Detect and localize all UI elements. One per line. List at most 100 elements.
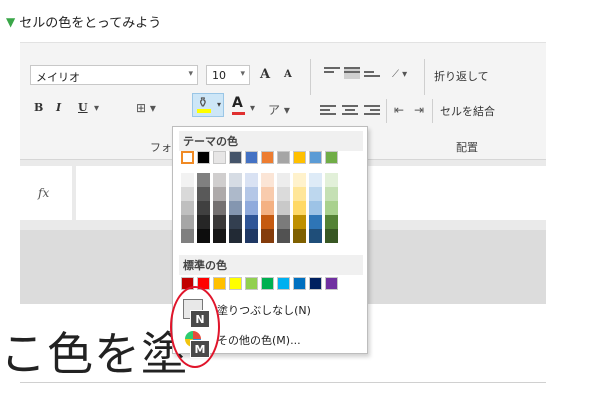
shade-swatch[interactable] bbox=[197, 187, 210, 201]
theme-color-swatch[interactable] bbox=[309, 151, 322, 164]
shade-swatch[interactable] bbox=[229, 229, 242, 243]
standard-color-swatch[interactable] bbox=[245, 277, 258, 290]
grow-font-button[interactable]: A bbox=[260, 67, 270, 82]
shade-swatch[interactable] bbox=[277, 201, 290, 215]
font-color-button[interactable]: A bbox=[232, 95, 245, 115]
standard-color-swatch[interactable] bbox=[213, 277, 226, 290]
font-name-value: メイリオ bbox=[36, 71, 80, 84]
chevron-down-icon[interactable]: ▾ bbox=[217, 100, 221, 109]
shade-swatch[interactable] bbox=[197, 215, 210, 229]
shade-swatch[interactable] bbox=[213, 187, 226, 201]
shade-swatch[interactable] bbox=[261, 201, 274, 215]
theme-color-swatch[interactable] bbox=[277, 151, 290, 164]
shade-swatch[interactable] bbox=[181, 173, 194, 187]
shade-swatch[interactable] bbox=[325, 215, 338, 229]
shade-swatch[interactable] bbox=[309, 187, 322, 201]
align-right-icon[interactable] bbox=[364, 105, 380, 117]
orientation-icon[interactable]: ⟋ ▾ bbox=[392, 69, 407, 80]
underline-button[interactable]: U bbox=[78, 101, 88, 114]
theme-color-swatch[interactable] bbox=[213, 151, 226, 164]
theme-color-swatch[interactable] bbox=[229, 151, 242, 164]
font-name-box[interactable]: メイリオ ▾ bbox=[30, 65, 198, 85]
merge-cells-button[interactable]: セルを結合 bbox=[440, 103, 495, 119]
shade-swatch[interactable] bbox=[261, 187, 274, 201]
shade-swatch[interactable] bbox=[213, 173, 226, 187]
shade-swatch[interactable] bbox=[197, 201, 210, 215]
shade-swatch[interactable] bbox=[293, 187, 306, 201]
theme-color-swatch[interactable] bbox=[325, 151, 338, 164]
shade-swatch[interactable] bbox=[309, 173, 322, 187]
shade-swatch[interactable] bbox=[181, 187, 194, 201]
chevron-down-icon[interactable]: ▾ bbox=[240, 69, 245, 79]
chevron-down-icon[interactable]: ▾ bbox=[94, 103, 99, 114]
phonetic-icon[interactable]: ア ▾ bbox=[268, 101, 290, 118]
border-icon[interactable]: ⊞ ▾ bbox=[136, 101, 156, 115]
shade-column bbox=[277, 173, 290, 243]
shade-swatch[interactable] bbox=[229, 201, 242, 215]
shrink-font-button[interactable]: A bbox=[284, 69, 292, 80]
theme-color-swatch[interactable] bbox=[261, 151, 274, 164]
standard-color-swatch[interactable] bbox=[229, 277, 242, 290]
theme-color-swatch[interactable] bbox=[197, 151, 210, 164]
chevron-down-icon[interactable]: ▾ bbox=[188, 69, 193, 79]
shade-swatch[interactable] bbox=[325, 201, 338, 215]
shade-swatch[interactable] bbox=[325, 229, 338, 243]
shade-swatch[interactable] bbox=[245, 173, 258, 187]
decrease-indent-icon[interactable]: ⇤ bbox=[394, 103, 404, 117]
italic-button[interactable]: I bbox=[56, 101, 61, 114]
shade-swatch[interactable] bbox=[309, 201, 322, 215]
align-middle-icon[interactable] bbox=[344, 67, 360, 79]
shade-swatch[interactable] bbox=[245, 201, 258, 215]
shade-swatch[interactable] bbox=[229, 215, 242, 229]
increase-indent-icon[interactable]: ⇥ bbox=[414, 103, 424, 117]
align-left-icon[interactable] bbox=[320, 105, 336, 117]
fx-icon[interactable]: fx bbox=[20, 166, 72, 220]
shade-swatch[interactable] bbox=[213, 201, 226, 215]
shade-swatch[interactable] bbox=[181, 215, 194, 229]
standard-color-swatch[interactable] bbox=[309, 277, 322, 290]
theme-color-swatch[interactable] bbox=[245, 151, 258, 164]
standard-color-swatch[interactable] bbox=[261, 277, 274, 290]
shade-swatch[interactable] bbox=[293, 229, 306, 243]
standard-color-swatch[interactable] bbox=[293, 277, 306, 290]
shade-swatch[interactable] bbox=[277, 229, 290, 243]
shade-swatch[interactable] bbox=[309, 215, 322, 229]
theme-color-swatch[interactable] bbox=[293, 151, 306, 164]
fill-color-button[interactable]: ⚱ ▾ bbox=[192, 93, 224, 117]
theme-color-swatch[interactable] bbox=[181, 151, 194, 164]
shade-swatch[interactable] bbox=[277, 173, 290, 187]
align-top-icon[interactable] bbox=[324, 67, 340, 79]
shade-swatch[interactable] bbox=[325, 187, 338, 201]
shade-swatch[interactable] bbox=[181, 229, 194, 243]
standard-color-swatch[interactable] bbox=[325, 277, 338, 290]
shade-swatch[interactable] bbox=[277, 215, 290, 229]
shade-swatch[interactable] bbox=[197, 229, 210, 243]
shade-swatch[interactable] bbox=[293, 215, 306, 229]
shade-swatch[interactable] bbox=[325, 173, 338, 187]
shade-swatch[interactable] bbox=[245, 229, 258, 243]
font-color-bar bbox=[232, 112, 245, 115]
shade-swatch[interactable] bbox=[229, 187, 242, 201]
shade-swatch[interactable] bbox=[197, 173, 210, 187]
shade-swatch[interactable] bbox=[261, 215, 274, 229]
shade-swatch[interactable] bbox=[213, 229, 226, 243]
wrap-text-button[interactable]: 折り返して bbox=[434, 68, 489, 84]
shade-swatch[interactable] bbox=[293, 201, 306, 215]
shade-swatch[interactable] bbox=[277, 187, 290, 201]
bold-button[interactable]: B bbox=[34, 101, 43, 114]
align-bottom-icon[interactable] bbox=[364, 71, 380, 83]
shade-swatch[interactable] bbox=[245, 187, 258, 201]
shade-swatch[interactable] bbox=[181, 201, 194, 215]
shade-swatch[interactable] bbox=[293, 173, 306, 187]
font-size-box[interactable]: 10 ▾ bbox=[206, 65, 250, 85]
standard-color-swatch[interactable] bbox=[277, 277, 290, 290]
align-center-icon[interactable] bbox=[342, 105, 358, 117]
shade-swatch[interactable] bbox=[261, 173, 274, 187]
shade-swatch[interactable] bbox=[245, 215, 258, 229]
shade-swatch[interactable] bbox=[229, 173, 242, 187]
shade-swatch[interactable] bbox=[309, 229, 322, 243]
shade-swatch[interactable] bbox=[261, 229, 274, 243]
shade-swatch[interactable] bbox=[213, 215, 226, 229]
divider bbox=[20, 382, 546, 383]
chevron-down-icon[interactable]: ▾ bbox=[250, 103, 255, 114]
